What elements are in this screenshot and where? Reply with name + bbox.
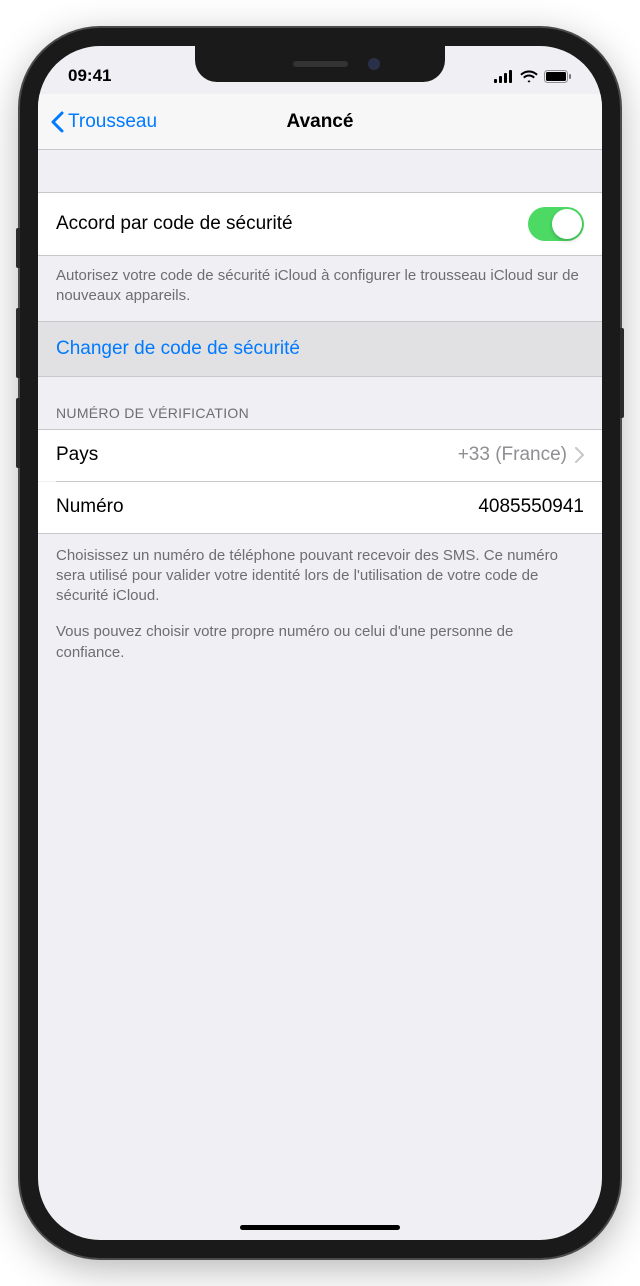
approve-label: Accord par code de sécurité <box>56 213 293 235</box>
status-time: 09:41 <box>68 66 198 86</box>
country-row[interactable]: Pays +33 (France) <box>38 429 602 481</box>
battery-icon <box>544 70 572 83</box>
number-row[interactable]: Numéro 4085550941 <box>38 482 602 534</box>
approve-toggle[interactable] <box>528 207 584 241</box>
notch <box>195 46 445 82</box>
country-value: +33 (France) <box>458 444 567 466</box>
approve-security-code-row[interactable]: Accord par code de sécurité <box>38 192 602 256</box>
content: Accord par code de sécurité Autorisez vo… <box>38 150 602 691</box>
chevron-right-icon <box>575 447 584 463</box>
back-label: Trousseau <box>68 111 157 133</box>
home-indicator[interactable] <box>240 1225 400 1230</box>
navigation-bar: Trousseau Avancé <box>38 94 602 150</box>
verification-footer: Choisissez un numéro de téléphone pouvan… <box>38 534 602 691</box>
wifi-icon <box>520 70 538 83</box>
change-security-code-button[interactable]: Changer de code de sécurité <box>38 321 602 377</box>
approve-footer: Autorisez votre code de sécurité iCloud … <box>38 256 602 321</box>
country-label: Pays <box>56 444 98 466</box>
verification-header: NUMÉRO DE VÉRIFICATION <box>38 377 602 429</box>
device-frame: 09:41 Trousseau Avancé <box>20 28 620 1258</box>
number-value: 4085550941 <box>478 496 584 518</box>
number-label: Numéro <box>56 496 124 518</box>
page-title: Avancé <box>287 111 354 133</box>
cellular-signal-icon <box>494 70 514 83</box>
back-button[interactable]: Trousseau <box>50 111 157 133</box>
screen: 09:41 Trousseau Avancé <box>38 46 602 1240</box>
chevron-left-icon <box>50 111 64 133</box>
